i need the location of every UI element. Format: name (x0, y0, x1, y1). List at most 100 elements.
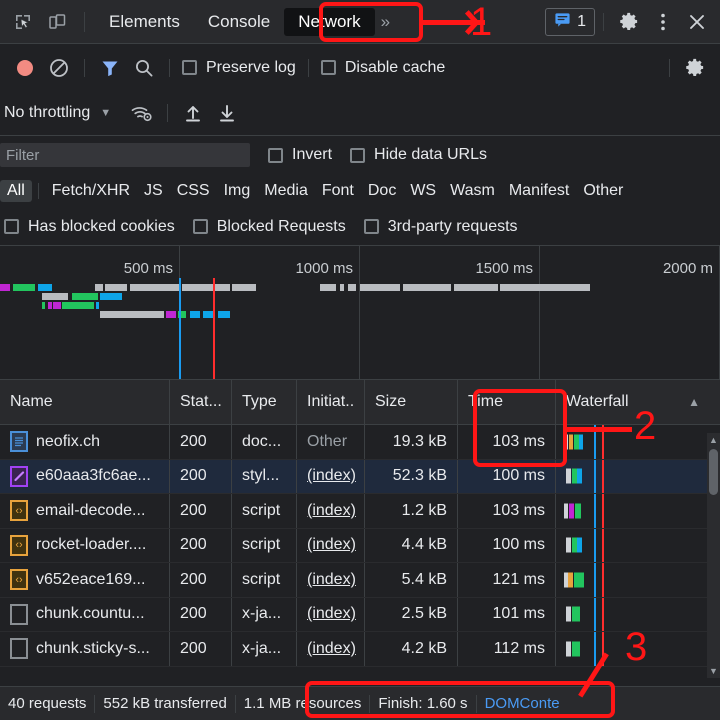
network-settings-gear-icon[interactable] (678, 53, 712, 83)
column-header-name[interactable]: Name (0, 379, 170, 425)
cell-initiator-value[interactable]: (index) (307, 640, 356, 658)
type-filter-js[interactable]: JS (137, 180, 170, 202)
cell-name[interactable]: ‹› rocket-loader.... (0, 528, 170, 562)
type-filter-fetch-xhr[interactable]: Fetch/XHR (45, 180, 137, 202)
type-filter-doc[interactable]: Doc (361, 180, 403, 202)
dom-content-loaded: DOMConte (484, 695, 560, 712)
tabs-overflow-chevron-icon[interactable]: » (375, 12, 394, 32)
preserve-log-checkbox[interactable]: Preserve log (182, 59, 296, 77)
table-row[interactable]: chunk.countu... 200 x-ja... (index) 2.5 kB 10… (0, 597, 720, 632)
filter-input[interactable]: Filter (0, 143, 250, 167)
type-filter-img[interactable]: Img (217, 180, 258, 202)
cell-name[interactable]: chunk.sticky-s... (0, 632, 170, 666)
invert-checkbox[interactable]: Invert (268, 146, 332, 164)
tab-elements[interactable]: Elements (95, 8, 194, 36)
waterfall-bar (577, 468, 582, 484)
has-blocked-cookies-checkbox[interactable]: Has blocked cookies (4, 218, 175, 236)
record-button[interactable] (8, 59, 42, 76)
filter-icon[interactable] (93, 53, 127, 83)
issues-counter-button[interactable]: 1 (545, 7, 595, 36)
table-row[interactable]: ‹› v652eace169... 200 script (index) 5.4 kB 12… (0, 563, 720, 598)
type-filter-all[interactable]: All (0, 180, 32, 202)
search-icon[interactable] (127, 53, 161, 83)
network-toolbar-primary: Preserve log Disable cache (0, 44, 720, 91)
column-header-initiat-[interactable]: Initiat.. (297, 379, 365, 425)
type-filter-ws[interactable]: WS (403, 180, 443, 202)
hide-data-urls-box[interactable] (350, 147, 366, 163)
cell-initiator-value[interactable]: (index) (307, 605, 356, 623)
request-name: chunk.sticky-s... (36, 639, 150, 657)
tab-network[interactable]: Network (284, 7, 375, 36)
cell-name[interactable]: chunk.countu... (0, 597, 170, 631)
network-toolbar-throttling: No throttling ▼ (0, 91, 720, 136)
cell-initiator: (index) (297, 528, 365, 562)
has-blocked-cookies-box[interactable] (4, 219, 19, 234)
blocked-requests-box[interactable] (192, 219, 208, 234)
cell-initiator-value[interactable]: (index) (307, 502, 356, 520)
type-filter-wasm[interactable]: Wasm (443, 180, 502, 202)
kebab-menu-icon[interactable] (646, 7, 680, 37)
cell-initiator-value[interactable]: (index) (307, 536, 356, 554)
column-header-type[interactable]: Type (232, 379, 297, 425)
cell-initiator-value[interactable]: (index) (307, 571, 356, 589)
overview-request-bar (340, 284, 344, 291)
blocked-requests-checkbox[interactable]: Blocked Requests (192, 218, 346, 236)
cell-name[interactable]: ‹› email-decode... (0, 494, 170, 528)
waterfall-bar (575, 503, 581, 519)
cell-time: 103 ms (458, 494, 556, 528)
waterfall-bar (572, 606, 580, 622)
cell-initiator-value[interactable]: (index) (307, 467, 356, 485)
third-party-requests-checkbox[interactable]: 3rd-party requests (363, 218, 518, 236)
import-har-icon[interactable] (176, 98, 210, 128)
close-icon[interactable] (680, 7, 714, 37)
type-filter-css[interactable]: CSS (170, 180, 217, 202)
script-icon: ‹› (10, 500, 28, 522)
preserve-log-box[interactable] (182, 60, 197, 75)
network-conditions-icon[interactable] (125, 98, 159, 128)
tab-console[interactable]: Console (194, 8, 284, 36)
scroll-down-arrow-icon[interactable]: ▼ (707, 664, 720, 678)
cell-waterfall (556, 528, 720, 562)
cell-name[interactable]: neofix.ch (0, 425, 170, 459)
device-toolbar-icon[interactable] (40, 7, 74, 37)
invert-box[interactable] (268, 147, 283, 163)
cell-name[interactable]: ‹› v652eace169... (0, 563, 170, 597)
type-filter-other[interactable]: Other (576, 180, 630, 202)
devtools-window: Elements Console Network » 1 Preserve lo… (0, 0, 720, 720)
overview-request-bar (105, 284, 127, 291)
scrollbar-thumb[interactable] (709, 449, 718, 495)
column-header-size[interactable]: Size (365, 379, 458, 425)
table-row[interactable]: e60aaa3fc6ae... 200 styl... (index) 52.3 kB 1… (0, 459, 720, 494)
export-har-icon[interactable] (210, 98, 244, 128)
chevron-down-icon: ▼ (100, 107, 112, 119)
requests-scrollbar[interactable]: ▲ ▼ (707, 433, 720, 678)
throttling-dropdown[interactable]: No throttling ▼ (4, 104, 111, 122)
hide-data-urls-checkbox[interactable]: Hide data URLs (350, 146, 487, 164)
cell-size: 2.5 kB (365, 597, 458, 631)
overview-request-bar (320, 284, 336, 291)
clear-icon[interactable] (42, 53, 76, 83)
cell-size: 19.3 kB (365, 425, 458, 459)
scroll-up-arrow-icon[interactable]: ▲ (707, 433, 720, 447)
inspect-element-icon[interactable] (6, 7, 40, 37)
type-filter-media[interactable]: Media (257, 180, 315, 202)
cell-name[interactable]: e60aaa3fc6ae... (0, 459, 170, 493)
table-row[interactable]: ‹› rocket-loader.... 200 script (index) 4.4 k… (0, 528, 720, 563)
sort-ascending-icon: ▲ (688, 395, 700, 409)
toolbar-divider (84, 11, 85, 32)
disable-cache-box[interactable] (320, 60, 336, 75)
table-row[interactable]: ‹› email-decode... 200 script (index) 1.2 kB 1… (0, 494, 720, 529)
third-party-requests-box[interactable] (363, 219, 379, 234)
disable-cache-checkbox[interactable]: Disable cache (320, 59, 445, 77)
column-header-time[interactable]: Time (458, 379, 556, 425)
waterfall-event-marker (594, 632, 596, 666)
type-filter-manifest[interactable]: Manifest (502, 180, 576, 202)
finish-time: Finish: 1.60 s (378, 695, 468, 712)
table-row[interactable]: chunk.sticky-s... 200 x-ja... (index) 4.2 kB… (0, 632, 720, 667)
network-overview-timeline[interactable]: 500 ms 1000 ms 1500 ms 2000 m (0, 246, 720, 380)
overview-request-bar (0, 284, 10, 291)
cell-type: script (232, 528, 297, 562)
type-filter-font[interactable]: Font (315, 180, 361, 202)
gear-icon[interactable] (612, 7, 646, 37)
column-header-stat-[interactable]: Stat... (170, 379, 232, 425)
